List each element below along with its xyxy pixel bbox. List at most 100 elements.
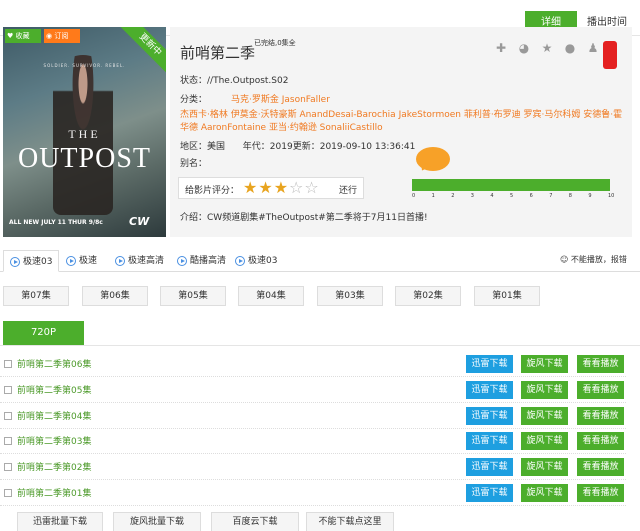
rss-icon: ◉: [46, 32, 53, 40]
category-value[interactable]: 马克·罗斯金 JasonFaller: [231, 95, 330, 105]
scale-tick: 8: [568, 193, 572, 199]
source-label: 极速03: [23, 257, 53, 267]
rating-label: 给影片评分：: [185, 186, 240, 196]
source-label: 极速: [79, 256, 98, 266]
episode-button[interactable]: 第06集: [82, 286, 148, 306]
source-tab-1[interactable]: 极速03: [3, 250, 59, 272]
kankan-play-button[interactable]: 看看播放: [577, 355, 624, 373]
favorite-button[interactable]: ♥ 收藏: [5, 29, 41, 43]
show-title: 前哨第二季: [180, 44, 256, 62]
xunlei-download-button[interactable]: 迅雷下载: [466, 355, 513, 373]
show-status-note: 已完结,0集全: [254, 39, 296, 47]
xuanfeng-batch-download-button[interactable]: 旋风批量下载: [113, 512, 201, 531]
scale-tick: 6: [529, 193, 533, 199]
play-icon: [10, 257, 20, 267]
xunlei-download-button[interactable]: 迅雷下载: [466, 406, 513, 425]
rating-star-icon[interactable]: ★: [274, 178, 289, 197]
scale-tick: 4: [490, 193, 494, 199]
xunlei-batch-download-button[interactable]: 迅雷批量下载: [17, 512, 103, 531]
download-row: 前哨第二季第04集 迅雷下载 旋风下载 看看播放: [0, 404, 626, 429]
scale-tick: 3: [470, 193, 474, 199]
rating-star-icon[interactable]: ☆: [304, 178, 319, 197]
download-checkbox[interactable]: [4, 489, 12, 497]
source-label: 极速高清: [128, 256, 165, 266]
report-link[interactable]: ☺ 不能播放，报错: [560, 254, 627, 265]
download-row: 前哨第二季第05集 迅雷下载 旋风下载 看看播放: [0, 378, 626, 403]
alias-row: 别名：: [180, 156, 207, 169]
qq-icon[interactable]: ♟: [586, 41, 600, 55]
rating-star-icon[interactable]: ☆: [289, 178, 304, 197]
intro-label: 介绍：: [180, 213, 208, 223]
subscribe-button[interactable]: ◉ 订阅: [44, 29, 80, 43]
source-tab-4[interactable]: 酷播高清: [171, 250, 231, 272]
xuanfeng-download-button[interactable]: 旋风下载: [521, 484, 568, 502]
category-label: 分类：: [180, 95, 208, 105]
poster-title: OUTPOST: [17, 143, 151, 174]
score-bubble-icon: [416, 147, 450, 171]
intro-row: 介绍：CW频道剧集#TheOutpost#第二季将于7月11日首播!: [180, 210, 428, 223]
state-value: //The.Outpost.S02: [207, 76, 289, 86]
source-tab-5[interactable]: 极速03: [229, 250, 285, 272]
download-item-name[interactable]: 前哨第二季第04集: [17, 409, 91, 422]
xuanfeng-download-button[interactable]: 旋风下载: [521, 432, 568, 451]
kankan-play-button[interactable]: 看看播放: [577, 406, 624, 425]
download-item-name[interactable]: 前哨第二季第06集: [17, 357, 91, 370]
wechat-icon[interactable]: ●: [563, 41, 577, 55]
quality-tab-720p[interactable]: 720P: [3, 321, 84, 345]
episode-button[interactable]: 第02集: [395, 286, 461, 306]
download-item-name[interactable]: 前哨第二季第01集: [17, 486, 91, 499]
xunlei-download-button[interactable]: 迅雷下载: [466, 432, 513, 451]
scale-tick: 7: [549, 193, 553, 199]
source-tab-2[interactable]: 极速: [60, 250, 110, 272]
state-label: 状态：: [180, 76, 208, 86]
download-item-name[interactable]: 前哨第二季第02集: [17, 460, 91, 473]
kankan-play-button[interactable]: 看看播放: [577, 380, 624, 399]
play-icon: [66, 256, 76, 266]
cast-list[interactable]: 杰西卡·格林 伊莫金·沃特豪斯 AnandDesai-Barochia Jake…: [180, 109, 626, 135]
star-icon[interactable]: ★: [540, 41, 554, 55]
download-item-name[interactable]: 前哨第二季第03集: [17, 434, 91, 447]
episode-button[interactable]: 第04集: [238, 286, 304, 306]
xunlei-download-button[interactable]: 迅雷下载: [466, 484, 513, 502]
source-tab-3[interactable]: 极速高清: [109, 250, 171, 272]
score-scale-bar: [412, 179, 610, 191]
scale-tick: 10: [608, 193, 615, 199]
download-item-name[interactable]: 前哨第二季第05集: [17, 383, 91, 396]
baidu-cloud-download-button[interactable]: 百度云下载: [211, 512, 299, 531]
intro-value: CW频道剧集#TheOutpost#第二季将于7月11日首播!: [207, 213, 428, 223]
xuanfeng-download-button[interactable]: 旋风下载: [521, 380, 568, 399]
rating-star-icon[interactable]: ★: [258, 178, 273, 197]
xunlei-download-button[interactable]: 迅雷下载: [466, 380, 513, 399]
kankan-play-button[interactable]: 看看播放: [577, 484, 624, 502]
weibo-icon[interactable]: ◕: [517, 41, 531, 55]
episode-button[interactable]: 第07集: [3, 286, 69, 306]
scale-tick: 0: [412, 193, 416, 199]
kankan-play-button[interactable]: 看看播放: [577, 458, 624, 477]
year-value: 2019: [269, 142, 293, 152]
region-row: 地区：美国 年代：2019更新：2019-09-10 13:36:41: [180, 139, 415, 152]
download-checkbox[interactable]: [4, 463, 12, 472]
cannot-download-button[interactable]: 不能下载点这里: [306, 512, 394, 531]
episode-button[interactable]: 第05集: [160, 286, 226, 306]
red-tag-icon[interactable]: [603, 41, 617, 69]
xuanfeng-download-button[interactable]: 旋风下载: [521, 355, 568, 373]
xuanfeng-download-button[interactable]: 旋风下载: [521, 406, 568, 425]
plus-icon[interactable]: ✚: [494, 41, 508, 55]
network-logo: CW: [129, 215, 150, 228]
region-value: 美国: [207, 142, 226, 152]
state-row: 状态：//The.Outpost.S02: [180, 73, 288, 86]
download-row: 前哨第二季第02集 迅雷下载 旋风下载 看看播放: [0, 455, 626, 481]
rating-stars[interactable]: ★★★☆☆: [243, 179, 320, 197]
download-checkbox[interactable]: [4, 360, 12, 368]
xunlei-download-button[interactable]: 迅雷下载: [466, 458, 513, 477]
xuanfeng-download-button[interactable]: 旋风下载: [521, 458, 568, 477]
scale-tick: 9: [588, 193, 592, 199]
download-checkbox[interactable]: [4, 437, 12, 446]
episode-button[interactable]: 第01集: [474, 286, 540, 306]
episode-button[interactable]: 第03集: [317, 286, 383, 306]
rating-star-icon[interactable]: ★: [243, 178, 258, 197]
download-checkbox[interactable]: [4, 385, 12, 394]
download-checkbox[interactable]: [4, 411, 12, 420]
rating-box: 给影片评分： ★★★☆☆ 还行: [178, 177, 364, 199]
kankan-play-button[interactable]: 看看播放: [577, 432, 624, 451]
